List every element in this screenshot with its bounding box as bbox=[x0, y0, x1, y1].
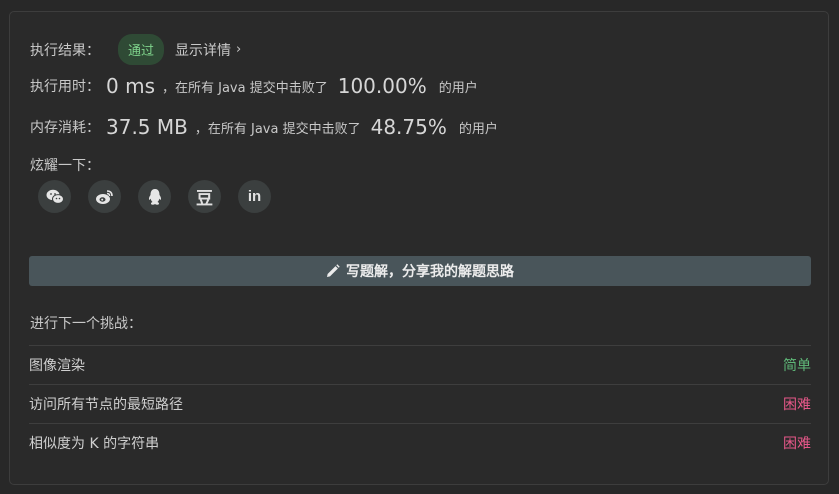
memory-percent: 48.75% bbox=[370, 115, 447, 139]
runtime-beat-text: ，在所有 Java 提交中击败了 bbox=[161, 80, 328, 96]
memory-row: 内存消耗： 37.5 MB ，在所有 Java 提交中击败了 48.75% 的用… bbox=[30, 115, 498, 139]
weibo-icon[interactable] bbox=[88, 180, 121, 213]
list-item[interactable]: 图像渲染 简单 bbox=[29, 345, 811, 384]
submission-result-panel: 执行结果： 通过 显示详情 › 执行用时： 0 ms ，在所有 Java 提交中… bbox=[9, 11, 829, 485]
show-details-label: 显示详情 bbox=[175, 42, 232, 59]
result-label: 执行结果： bbox=[30, 42, 100, 59]
challenge-title: 图像渲染 bbox=[29, 358, 85, 374]
runtime-label: 执行用时： bbox=[30, 79, 100, 95]
challenge-title: 访问所有节点的最短路径 bbox=[29, 397, 183, 413]
chevron-right-icon: › bbox=[236, 42, 242, 57]
share-label: 炫耀一下： bbox=[30, 158, 100, 174]
qq-icon[interactable] bbox=[138, 180, 171, 213]
memory-suffix: 的用户 bbox=[458, 121, 498, 137]
runtime-row: 执行用时： 0 ms ，在所有 Java 提交中击败了 100.00% 的用户 bbox=[30, 74, 478, 98]
douban-icon[interactable]: 豆 bbox=[188, 180, 221, 213]
runtime-percent: 100.00% bbox=[337, 74, 427, 98]
status-badge: 通过 bbox=[118, 34, 165, 65]
challenge-title: 相似度为 K 的字符串 bbox=[29, 436, 160, 452]
share-icons: 豆 in bbox=[38, 180, 288, 213]
write-solution-button[interactable]: 写题解，分享我的解题思路 bbox=[29, 256, 811, 286]
difficulty-badge: 困难 bbox=[783, 436, 811, 452]
memory-value: 37.5 MB bbox=[106, 115, 188, 139]
runtime-suffix: 的用户 bbox=[438, 80, 478, 96]
show-details-link[interactable]: 显示详情 › bbox=[175, 40, 241, 60]
next-challenge-list: 图像渲染 简单 访问所有节点的最短路径 困难 相似度为 K 的字符串 困难 bbox=[29, 345, 811, 462]
write-solution-label: 写题解，分享我的解题思路 bbox=[346, 264, 514, 280]
difficulty-badge: 简单 bbox=[783, 358, 811, 374]
difficulty-badge: 困难 bbox=[783, 397, 811, 413]
runtime-value: 0 ms bbox=[106, 74, 155, 98]
memory-beat-text: ，在所有 Java 提交中击败了 bbox=[194, 121, 361, 137]
memory-label: 内存消耗： bbox=[30, 120, 100, 136]
douban-glyph: 豆 bbox=[196, 189, 213, 209]
wechat-icon[interactable] bbox=[38, 180, 71, 213]
list-item[interactable]: 相似度为 K 的字符串 困难 bbox=[29, 423, 811, 462]
share-row: 炫耀一下： bbox=[30, 155, 100, 175]
result-row: 执行结果： 通过 显示详情 › bbox=[30, 34, 241, 65]
linkedin-icon[interactable]: in bbox=[238, 180, 271, 213]
linkedin-glyph: in bbox=[247, 188, 262, 205]
next-challenge-title: 进行下一个挑战： bbox=[30, 316, 142, 332]
pencil-icon bbox=[326, 264, 340, 278]
list-item[interactable]: 访问所有节点的最短路径 困难 bbox=[29, 384, 811, 423]
